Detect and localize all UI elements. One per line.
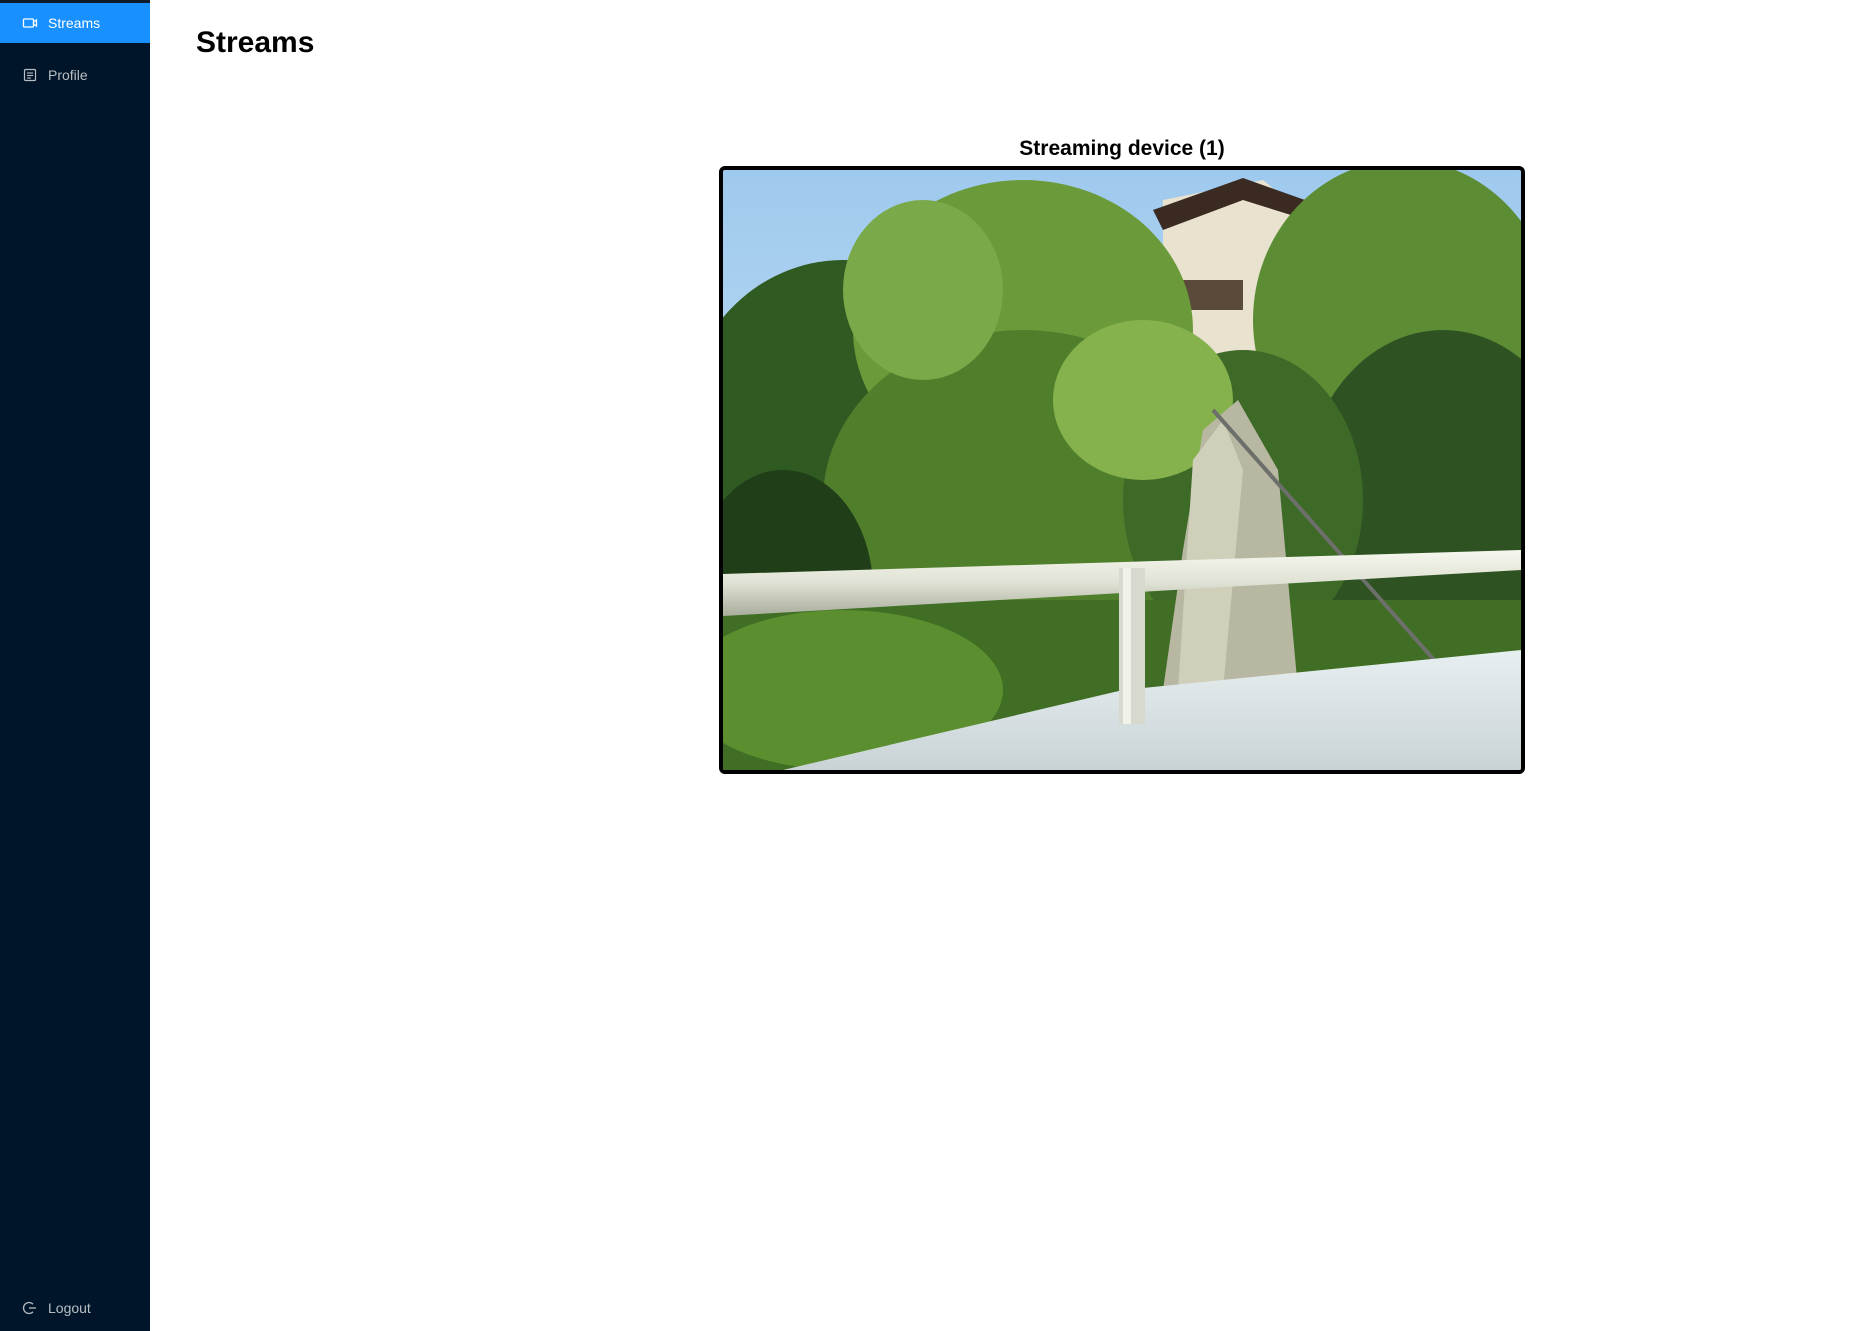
stream-card: Streaming device (1) xyxy=(719,136,1525,774)
sidebar-item-label: Profile xyxy=(48,67,88,83)
sidebar: Streams Profile Logout xyxy=(0,0,150,1331)
logout-label: Logout xyxy=(48,1300,91,1316)
main-content: Streams Streaming device (1) xyxy=(150,0,1852,1331)
page-title: Streams xyxy=(196,26,315,59)
sidebar-item-label: Streams xyxy=(48,15,101,31)
app-root: Streams Profile Logout Streams Streaming… xyxy=(0,0,1852,1331)
sidebar-item-streams[interactable]: Streams xyxy=(0,3,150,43)
video-camera-icon xyxy=(22,15,38,31)
stream-video-frame[interactable] xyxy=(719,166,1525,774)
profile-icon xyxy=(22,67,38,83)
logout-icon xyxy=(22,1300,38,1316)
camera-feed-image xyxy=(723,170,1521,770)
stream-title: Streaming device (1) xyxy=(1019,137,1225,160)
logout-button[interactable]: Logout xyxy=(0,1288,150,1328)
sidebar-item-profile[interactable]: Profile xyxy=(0,55,150,95)
